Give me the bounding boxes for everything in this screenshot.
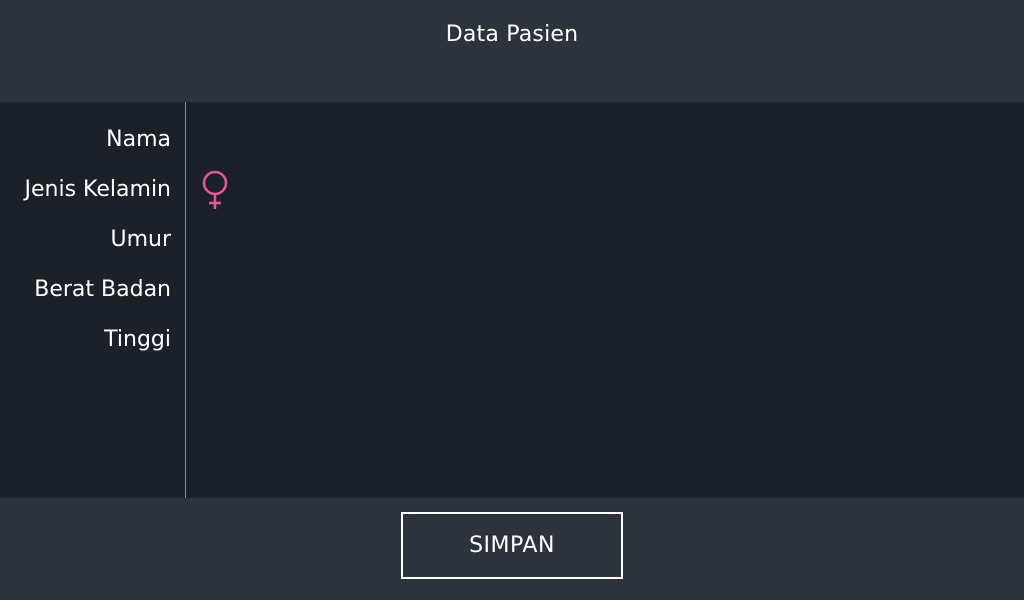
- save-button[interactable]: SIMPAN: [401, 512, 623, 579]
- footer-bar: SIMPAN: [0, 498, 1024, 600]
- header-bar: Data Pasien: [0, 0, 1024, 102]
- column-divider: [185, 102, 186, 498]
- field-label-gender: Jenis Kelamin: [24, 177, 171, 202]
- field-label-name: Nama: [106, 127, 171, 152]
- page-title: Data Pasien: [445, 22, 579, 47]
- field-label-age: Umur: [110, 227, 171, 252]
- field-label-weight: Berat Badan: [34, 277, 171, 302]
- female-icon: [200, 170, 232, 214]
- field-label-height: Tinggi: [104, 327, 171, 352]
- app-window: Data Pasien Nama Jenis Kelamin Umur Bera…: [0, 0, 1024, 600]
- patient-data-panel: Nama Jenis Kelamin Umur Berat Badan Ting…: [0, 102, 1024, 498]
